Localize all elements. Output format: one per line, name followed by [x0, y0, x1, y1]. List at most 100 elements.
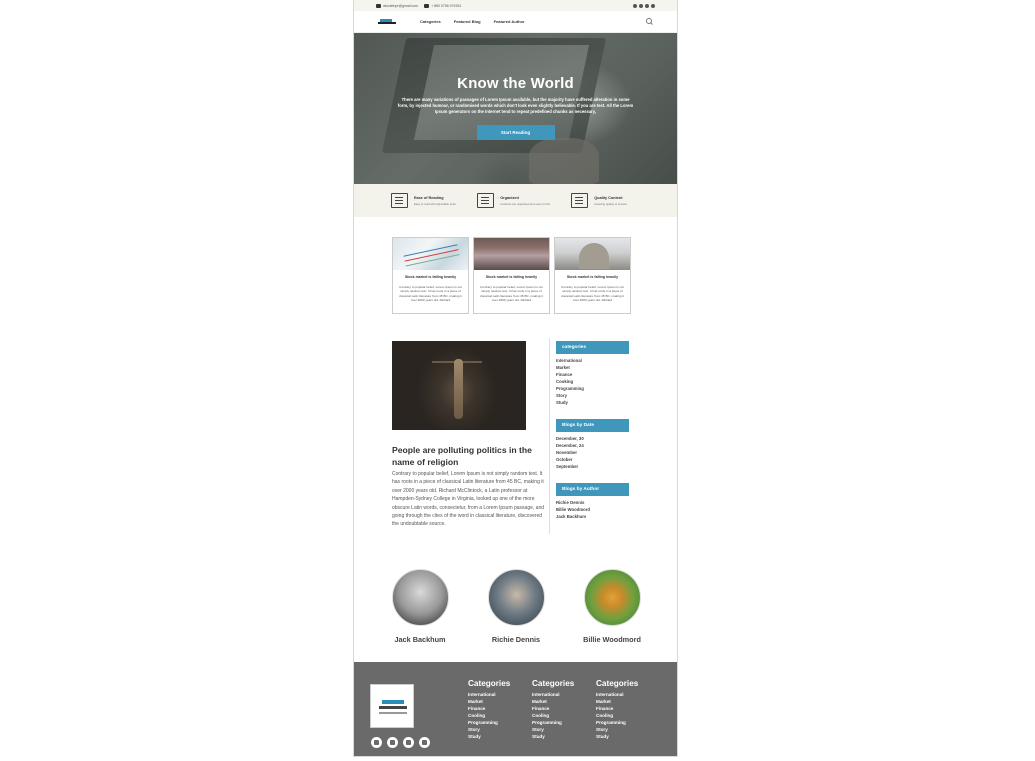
footer-link[interactable]: Programming	[532, 719, 574, 726]
footer-social-links	[371, 737, 430, 748]
footer-link[interactable]: Cooling	[468, 712, 510, 719]
main-nav: Categories Featured Blog Featured Author	[354, 11, 677, 33]
footer-link[interactable]: Market	[468, 698, 510, 705]
instagram-icon[interactable]	[639, 3, 643, 8]
author-name: Richie Dennis	[491, 635, 541, 644]
category-link[interactable]: Market	[556, 364, 629, 371]
author-card[interactable]: Jack Backhum	[375, 569, 465, 644]
card-image-crowd	[474, 238, 549, 270]
facebook-icon[interactable]	[371, 737, 382, 748]
date-link[interactable]: December, 24	[556, 442, 629, 449]
footer-link[interactable]: Cooling	[532, 712, 574, 719]
email-contact[interactable]: abcdefnpr@gmail.com	[376, 3, 419, 8]
phone-contact[interactable]: + 880 0756 979351	[424, 3, 462, 8]
email-text: abcdefnpr@gmail.com	[383, 3, 419, 8]
phone-text: + 880 0756 979351	[431, 3, 462, 8]
authors-list: Richie Dennis Billie Woodmord Jack Backh…	[556, 499, 629, 520]
card-body: Contrary to popular belief, Lorem Ipsum …	[480, 285, 543, 302]
avatar	[391, 569, 449, 626]
article-image[interactable]	[392, 341, 526, 430]
card-title: Stock market is falling heavily	[485, 275, 538, 279]
footer-link[interactable]: Story	[596, 726, 638, 733]
footer-column: Categories International Market Finance …	[468, 679, 510, 740]
footer-column: Categories International Market Finance …	[532, 679, 574, 740]
top-social-links	[633, 3, 655, 8]
footer-column-title: Categories	[532, 679, 575, 688]
phone-icon	[424, 3, 430, 8]
twitter-icon[interactable]	[403, 737, 414, 748]
linkedin-icon[interactable]	[419, 737, 430, 748]
avatar	[583, 569, 641, 626]
sidebar-categories: categories International Market Finance …	[556, 341, 629, 406]
sidebar-authors: Blogs by Author Richie Dennis Billie Woo…	[556, 483, 629, 520]
feature-subtitle: Easy to read with adjustable fonts	[414, 201, 456, 206]
author-link[interactable]: Jack Backhum	[556, 513, 629, 520]
author-name: Jack Backhum	[394, 635, 446, 644]
footer-link[interactable]: Market	[532, 698, 574, 705]
top-contact-bar: abcdefnpr@gmail.com + 880 0756 979351	[354, 0, 677, 11]
date-link[interactable]: October	[556, 456, 629, 463]
footer-link[interactable]: Market	[596, 698, 638, 705]
footer-link[interactable]: Story	[532, 726, 574, 733]
author-card[interactable]: Richie Dennis	[471, 569, 561, 644]
footer-logo[interactable]	[370, 684, 414, 728]
blog-card[interactable]: Stock market is falling heavily Contrary…	[554, 237, 631, 314]
date-link[interactable]: December, 30	[556, 435, 629, 442]
hero-text: There are many variations of passages of…	[397, 97, 634, 114]
category-link[interactable]: Finance	[556, 371, 629, 378]
start-reading-button[interactable]: Start Reading	[476, 125, 555, 141]
linkedin-icon[interactable]	[645, 3, 649, 8]
footer-link[interactable]: Finance	[596, 705, 638, 712]
article-title[interactable]: People are polluting politics in the nam…	[392, 444, 540, 468]
card-body: Contrary to popular belief, Lorem Ipsum …	[561, 285, 624, 302]
date-link[interactable]: September	[556, 463, 629, 470]
card-image-capitol	[555, 238, 630, 270]
nav-featured-blog[interactable]: Featured Blog	[454, 19, 481, 24]
nav-featured-author[interactable]: Featured Author	[494, 19, 525, 24]
category-link[interactable]: International	[556, 357, 629, 364]
footer-link[interactable]: Programming	[596, 719, 638, 726]
category-link[interactable]: Story	[556, 392, 629, 399]
category-link[interactable]: Study	[556, 399, 629, 406]
site-logo[interactable]	[378, 18, 398, 26]
footer-link[interactable]: International	[596, 691, 638, 698]
author-link[interactable]: Richie Dennis	[556, 499, 629, 506]
newspaper-icon	[571, 193, 589, 208]
date-link[interactable]: November	[556, 449, 629, 456]
blog-card[interactable]: Stock market is falling heavily Contrary…	[473, 237, 550, 314]
twitter-icon[interactable]	[651, 3, 655, 8]
footer-link[interactable]: Study	[468, 733, 510, 740]
hero-content: Know the World There are many variations…	[354, 33, 677, 141]
footer-link[interactable]: Study	[596, 733, 638, 740]
footer-link[interactable]: Programming	[468, 719, 510, 726]
facebook-icon[interactable]	[633, 3, 637, 8]
feature-title: Quality Content	[594, 195, 623, 200]
feature-ease-of-reading: Ease of Reading Easy to read with adjust…	[391, 193, 456, 208]
footer-link[interactable]: International	[468, 691, 510, 698]
category-link[interactable]: Cooking	[556, 378, 629, 385]
nav-links: Categories Featured Blog Featured Author	[420, 19, 525, 24]
card-title: Stock market is falling heavily	[404, 275, 457, 279]
footer-link[interactable]: Study	[532, 733, 574, 740]
footer-links: International Market Finance Cooling Pro…	[468, 691, 510, 740]
nav-categories[interactable]: Categories	[420, 19, 441, 24]
category-link[interactable]: Programming	[556, 385, 629, 392]
footer-link[interactable]: Finance	[468, 705, 510, 712]
search-icon[interactable]	[646, 18, 653, 25]
sidebar-heading: Blogs by Author	[556, 483, 629, 496]
footer-link[interactable]: Cooling	[596, 712, 638, 719]
footer-link[interactable]: Finance	[532, 705, 574, 712]
blog-card[interactable]: Stock market is falling heavily Contrary…	[392, 237, 469, 314]
instagram-icon[interactable]	[387, 737, 398, 748]
footer-column-title: Categories	[468, 679, 511, 688]
author-link[interactable]: Billie Woodmord	[556, 506, 629, 513]
footer: Categories International Market Finance …	[354, 662, 677, 756]
book-icon	[391, 193, 408, 208]
footer-link[interactable]: International	[532, 691, 574, 698]
author-card[interactable]: Billie Woodmord	[567, 569, 657, 644]
card-body: Contrary to popular belief, Lorem Ipsum …	[399, 285, 462, 302]
hero-banner: Know the World There are many variations…	[354, 33, 677, 184]
sidebar-heading: categories	[556, 341, 629, 354]
footer-links: International Market Finance Cooling Pro…	[532, 691, 574, 740]
footer-link[interactable]: Story	[468, 726, 510, 733]
